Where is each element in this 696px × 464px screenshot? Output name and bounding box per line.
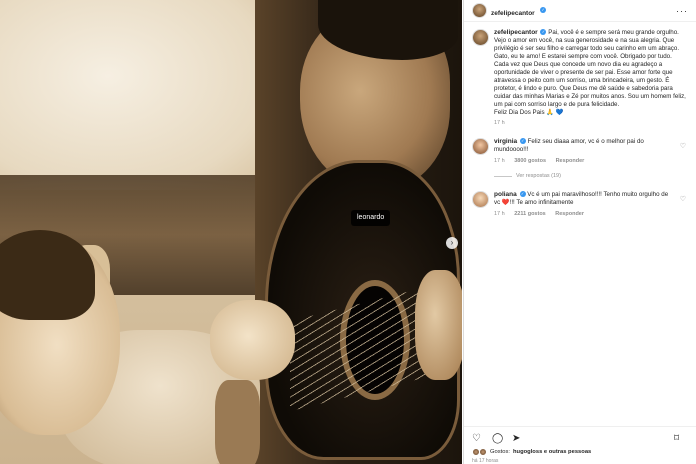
comment-icon[interactable]: ◯ bbox=[492, 433, 506, 444]
verified-icon: ✓ bbox=[519, 191, 526, 198]
bookmark-icon[interactable]: ⌑ bbox=[674, 433, 688, 444]
comment-item: poliana ✓ Vc é um pai maravilhoso!!!! Te… bbox=[472, 191, 688, 218]
heart-icon[interactable]: ♡ bbox=[472, 433, 486, 444]
post-actions: ♡ ◯ ➤ ⌑ Gostos: hugogloss e outras pesso… bbox=[464, 426, 696, 464]
comment-time: 17 h bbox=[494, 158, 505, 164]
comment-likes[interactable]: 2211 gostos bbox=[514, 211, 546, 217]
liker-avatar bbox=[479, 448, 487, 456]
comment-item: virginia ✓ Feliz seu diaaa amor, vc é o … bbox=[472, 138, 688, 165]
action-icons: ♡ ◯ ➤ ⌑ bbox=[472, 431, 688, 445]
liked-by-names[interactable]: hugogloss e outras pessoas bbox=[513, 449, 591, 455]
comments-scroll[interactable]: zefelipecantor ✓ Pai, você é e sempre se… bbox=[464, 23, 696, 426]
avatar[interactable] bbox=[472, 29, 489, 46]
reply-button[interactable]: Responder bbox=[556, 158, 585, 164]
comment-meta: 17 h 3800 gostos Responder bbox=[494, 157, 676, 165]
post-caption: zefelipecantor ✓ Pai, você é e sempre se… bbox=[472, 29, 688, 126]
chevron-right-icon[interactable]: › bbox=[446, 237, 458, 249]
reply-button[interactable]: Responder bbox=[555, 211, 584, 217]
more-icon[interactable]: ··· bbox=[676, 6, 688, 16]
share-icon[interactable]: ➤ bbox=[512, 433, 526, 444]
heart-icon[interactable]: ♡ bbox=[680, 195, 686, 203]
post-timestamp: há 17 horas bbox=[472, 458, 499, 464]
avatar[interactable] bbox=[472, 3, 487, 18]
header-username[interactable]: zefelipecantor bbox=[491, 10, 535, 17]
photo-man-hand bbox=[415, 270, 462, 380]
photo-man-arm bbox=[215, 380, 260, 464]
caption-line: Cada vez que Deus que concede um novo di… bbox=[494, 61, 686, 108]
photo-baby-hand bbox=[210, 300, 295, 380]
post-side-panel: zefelipecantor ✓ ··· zefelipecantor ✓ Pa… bbox=[463, 0, 696, 464]
caption-line: Feliz Dia Dos Pais 🙏 💙 bbox=[494, 109, 564, 116]
post-photo[interactable]: leonardo › bbox=[0, 0, 462, 464]
replies-divider bbox=[494, 175, 512, 177]
view-replies-label[interactable]: Ver respostas (19) bbox=[516, 173, 561, 179]
comment-username[interactable]: virginia bbox=[494, 138, 517, 145]
liked-by-prefix: Gostos: bbox=[490, 449, 510, 455]
comment-time: 17 h bbox=[494, 211, 505, 217]
verified-icon: ✓ bbox=[540, 29, 547, 36]
comment-text: Feliz seu diaaa amor, vc é o melhor pai … bbox=[494, 138, 644, 153]
liked-by[interactable]: Gostos: hugogloss e outras pessoas bbox=[472, 448, 688, 456]
avatar[interactable] bbox=[472, 138, 489, 155]
post-header: zefelipecantor ✓ ··· bbox=[464, 0, 696, 22]
caption-text: zefelipecantor ✓ Pai, você é e sempre se… bbox=[494, 29, 688, 117]
avatar[interactable] bbox=[472, 191, 489, 208]
comment-likes[interactable]: 3800 gostos bbox=[514, 158, 546, 164]
comment-meta: 17 h 2211 gostos Responder bbox=[494, 210, 676, 218]
user-tag[interactable]: leonardo bbox=[351, 210, 391, 226]
caption-meta: 17 h bbox=[494, 120, 688, 126]
caption-time: 17 h bbox=[494, 120, 505, 126]
view-replies[interactable]: Ver respostas (19) bbox=[494, 173, 688, 179]
caption-username[interactable]: zefelipecantor bbox=[494, 29, 538, 36]
verified-icon: ✓ bbox=[519, 138, 526, 145]
verified-icon: ✓ bbox=[540, 7, 547, 14]
heart-icon[interactable]: ♡ bbox=[680, 142, 686, 150]
photo-background-wall bbox=[0, 0, 270, 190]
comment-username[interactable]: poliana bbox=[494, 191, 517, 198]
